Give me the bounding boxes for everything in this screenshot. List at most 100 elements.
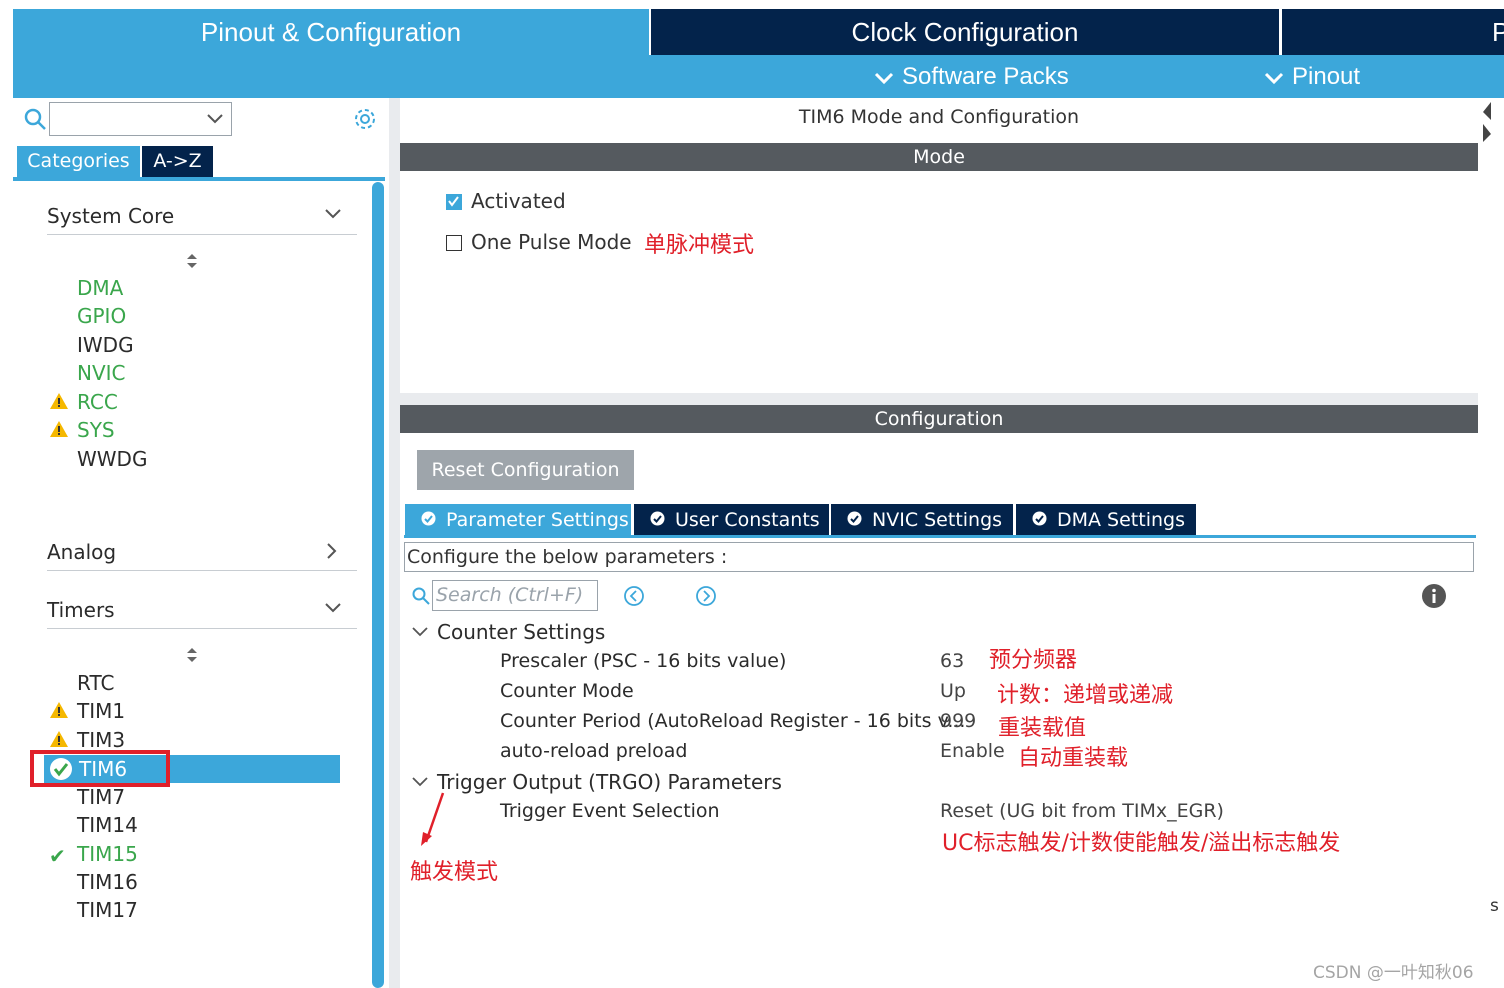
tab-label: DMA Settings <box>1057 509 1185 531</box>
item-label: TIM1 <box>77 699 126 723</box>
counter-settings-group[interactable]: Counter Settings <box>437 620 605 644</box>
tab-nvic-settings[interactable]: NVIC Settings <box>831 504 1013 536</box>
tab-underline <box>404 535 1476 538</box>
tab-user-constants[interactable]: User Constants <box>634 504 829 536</box>
panel-title: TIM6 Mode and Configuration <box>798 106 1080 128</box>
list-item-tim15[interactable]: ✔ TIM15 <box>49 840 138 868</box>
list-item-nvic[interactable]: NVIC <box>77 359 126 387</box>
group-timers-label: Timers <box>47 598 115 622</box>
list-item-tim14[interactable]: TIM14 <box>77 811 138 839</box>
check-icon: ✔ <box>49 844 66 868</box>
collapse-arrows-icon[interactable] <box>1481 100 1493 144</box>
item-label: NVIC <box>77 361 126 385</box>
check-circle-icon <box>1032 511 1047 526</box>
list-item-dma[interactable]: DMA <box>77 274 123 302</box>
item-label: DMA <box>77 276 124 300</box>
red-arrow-annotation <box>421 792 445 846</box>
tab-underline <box>13 177 385 181</box>
tab-dma-settings[interactable]: DMA Settings <box>1016 504 1196 536</box>
param-auto-reload-preload[interactable]: auto-reload preload <box>500 740 687 762</box>
group-analog-label: Analog <box>47 540 117 564</box>
param-trigger-event-selection[interactable]: Trigger Event Selection <box>500 800 720 822</box>
list-item-tim16[interactable]: TIM16 <box>77 868 138 896</box>
chevron-down-icon[interactable] <box>412 626 428 638</box>
annotation-trigger-event: UC标志触发/计数使能触发/溢出标志触发 <box>942 831 1341 856</box>
param-counter-mode[interactable]: Counter Mode <box>500 680 634 702</box>
item-label: TIM7 <box>77 785 126 809</box>
highlight-box-annotation <box>30 750 170 787</box>
param-prescaler-value[interactable]: 63 <box>940 650 964 672</box>
edge-partial-text: s <box>1490 896 1499 916</box>
check-circle-icon <box>421 511 436 526</box>
tab-categories[interactable]: Categories <box>17 146 140 177</box>
tab-pinout-configuration[interactable]: Pinout & Configuration <box>13 9 649 55</box>
list-item-sys[interactable]: SYS <box>50 416 115 444</box>
info-icon[interactable] <box>1421 583 1447 609</box>
watermark: CSDN @一叶知秋06 <box>1313 963 1474 983</box>
group-analog[interactable]: Analog <box>47 534 357 571</box>
annotation-trigger-mode: 触发模式 <box>410 860 499 885</box>
param-auto-reload-preload-value[interactable]: Enable <box>940 740 1005 762</box>
param-prescaler[interactable]: Prescaler (PSC - 16 bits value) <box>500 650 786 672</box>
annotation-prescaler: 预分频器 <box>989 648 1078 673</box>
left-scrollbar[interactable] <box>372 182 384 988</box>
item-label: TIM3 <box>77 728 126 752</box>
list-item-tim7[interactable]: TIM7 <box>77 783 125 811</box>
mode-header: Mode <box>400 143 1478 171</box>
next-icon[interactable] <box>695 585 717 607</box>
param-counter-mode-value[interactable]: Up <box>940 680 966 702</box>
tab-label: User Constants <box>675 509 820 531</box>
annotation-preload: 自动重装载 <box>1018 746 1129 771</box>
software-packs-menu[interactable]: Software Packs <box>874 55 1069 98</box>
list-item-rtc[interactable]: RTC <box>77 669 114 697</box>
item-label: WWDG <box>77 447 148 471</box>
panel-divider[interactable] <box>389 98 400 988</box>
previous-icon[interactable] <box>623 585 645 607</box>
trgo-group[interactable]: Trigger Output (TRGO) Parameters <box>437 770 782 794</box>
group-timers[interactable]: Timers <box>47 592 357 629</box>
param-counter-period-value[interactable]: 999 <box>940 710 976 732</box>
one-pulse-checkbox[interactable] <box>446 235 462 251</box>
chevron-down-icon <box>874 72 894 84</box>
group-system-core-label: System Core <box>47 204 175 228</box>
list-item-tim17[interactable]: TIM17 <box>77 896 138 924</box>
component-search-combo[interactable] <box>49 102 232 136</box>
tab-clock-configuration[interactable]: Clock Configuration <box>651 9 1279 55</box>
tab-project-manager[interactable]: P <box>1282 9 1504 55</box>
list-item-gpio[interactable]: GPIO <box>77 302 126 330</box>
group-system-core[interactable]: System Core <box>47 198 357 235</box>
item-label: SYS <box>77 418 115 442</box>
search-icon <box>412 587 430 605</box>
section-divider[interactable] <box>400 393 1478 405</box>
item-label: IWDG <box>77 333 134 357</box>
sort-arrows-icon[interactable] <box>186 253 198 269</box>
sort-arrows-icon[interactable] <box>186 647 198 663</box>
item-label: RCC <box>77 390 118 414</box>
list-item-iwdg[interactable]: IWDG <box>77 331 134 359</box>
tab-label: Parameter Settings <box>446 509 629 531</box>
param-counter-period[interactable]: Counter Period (AutoReload Register - 16… <box>500 710 965 732</box>
activated-label: Activated <box>471 189 566 213</box>
item-label: TIM15 <box>77 842 138 866</box>
pinout-menu-label: Pinout <box>1292 63 1361 90</box>
param-trigger-event-selection-value[interactable]: Reset (UG bit from TIMx_EGR) <box>940 800 1224 822</box>
pinout-menu[interactable]: Pinout <box>1264 55 1360 98</box>
item-label: TIM16 <box>77 870 138 894</box>
chevron-down-icon[interactable] <box>412 776 428 788</box>
list-item-wwdg[interactable]: WWDG <box>77 445 147 473</box>
gear-icon[interactable] <box>352 106 378 132</box>
list-item-rcc[interactable]: RCC <box>50 388 118 416</box>
tab-project-manager-label: P <box>1492 17 1504 47</box>
check-circle-icon <box>650 511 665 526</box>
tab-parameter-settings[interactable]: Parameter Settings <box>405 504 631 536</box>
activated-checkbox[interactable] <box>446 194 462 210</box>
one-pulse-label: One Pulse Mode <box>471 230 632 254</box>
chevron-right-icon <box>327 543 337 559</box>
search-icon[interactable] <box>23 107 47 131</box>
chevron-down-icon[interactable] <box>207 114 223 124</box>
annotation-one-pulse: 单脉冲模式 <box>644 233 755 258</box>
parameter-search-input[interactable]: Search (Ctrl+F) <box>432 580 598 611</box>
reset-configuration-button[interactable]: Reset Configuration <box>417 450 634 490</box>
list-item-tim1[interactable]: TIM1 <box>50 697 126 725</box>
tab-a-to-z[interactable]: A->Z <box>142 146 213 177</box>
